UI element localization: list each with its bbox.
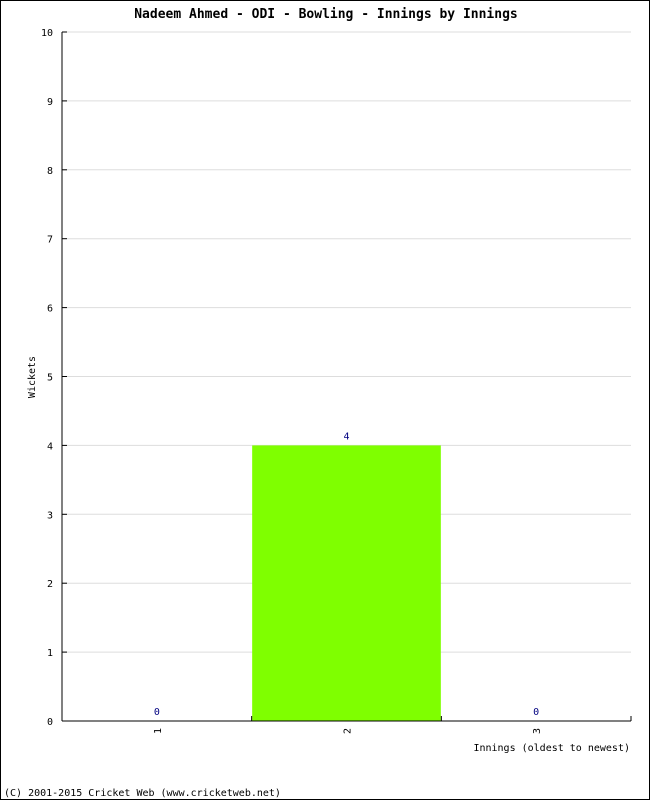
x-tick-label: 3 <box>532 728 543 734</box>
y-tick-label: 9 <box>47 97 53 108</box>
data-label: 0 <box>533 707 539 718</box>
bars <box>252 445 441 721</box>
y-tick-label: 2 <box>47 579 53 590</box>
y-tick-label: 0 <box>47 717 53 728</box>
y-tick-labels: 0 1 2 3 4 5 6 7 8 9 10 <box>41 28 53 728</box>
y-tick-label: 1 <box>47 648 53 659</box>
copyright-footer: (C) 2001-2015 Cricket Web (www.cricketwe… <box>4 788 281 799</box>
chart-title: Nadeem Ahmed - ODI - Bowling - Innings b… <box>134 7 518 22</box>
y-axis-label: Wickets <box>27 356 38 398</box>
bar <box>252 445 441 721</box>
y-tick-label: 6 <box>47 304 53 315</box>
y-tick-label: 10 <box>41 28 53 39</box>
y-tick-label: 7 <box>47 235 53 246</box>
bar-chart: Nadeem Ahmed - ODI - Bowling - Innings b… <box>4 7 632 799</box>
x-tick-label: 2 <box>343 728 354 734</box>
x-tick-label: 1 <box>153 728 164 734</box>
y-tick-label: 8 <box>47 166 53 177</box>
x-tick-labels: 1 2 3 <box>153 728 543 734</box>
chart-container: Nadeem Ahmed - ODI - Bowling - Innings b… <box>0 0 650 800</box>
x-axis-label: Innings (oldest to newest) <box>473 743 630 754</box>
y-tick-label: 3 <box>47 510 53 521</box>
y-tick-label: 4 <box>47 441 53 452</box>
data-label: 0 <box>154 707 160 718</box>
data-label: 4 <box>343 431 349 442</box>
y-tick-label: 5 <box>47 373 53 384</box>
